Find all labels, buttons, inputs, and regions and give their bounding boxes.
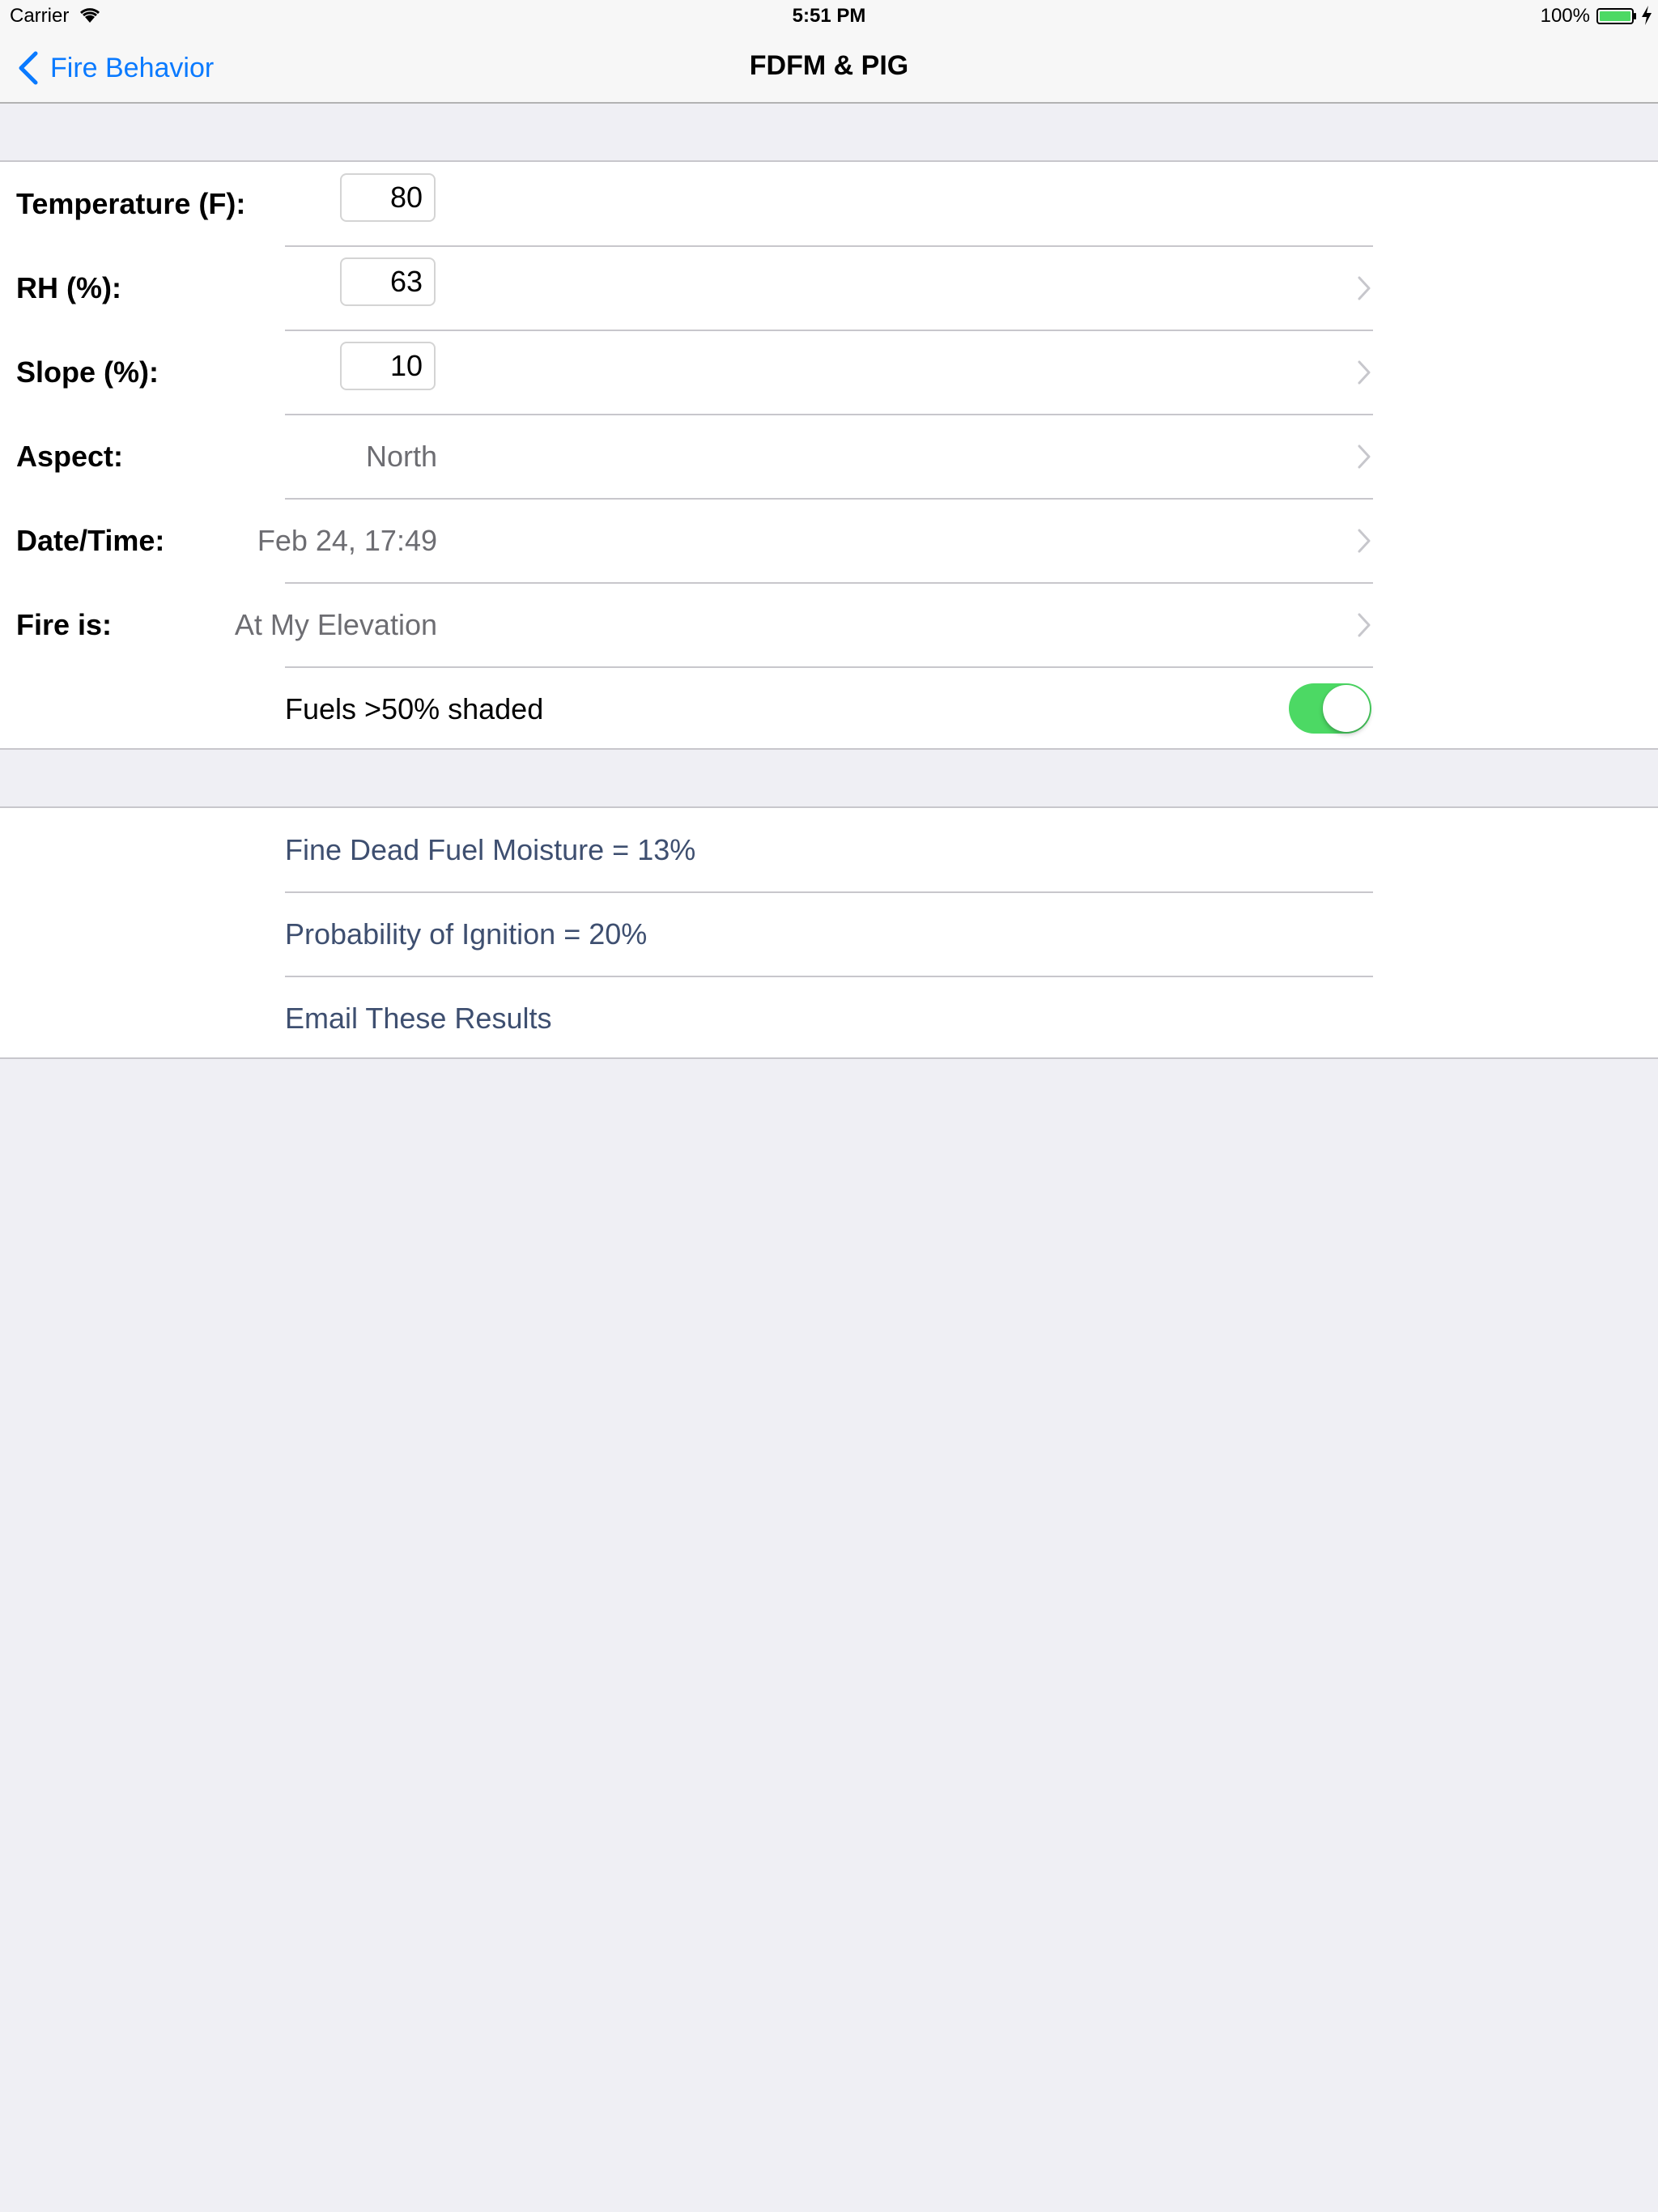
pig-result: Probability of Ignition = 20% (285, 917, 648, 951)
rh-label: RH (%): (16, 271, 121, 304)
input-section: Temperature (F): RH (%): Slope (%): Aspe… (0, 160, 1658, 750)
chevron-right-icon (1358, 445, 1371, 469)
battery-icon (1596, 8, 1636, 24)
slope-label: Slope (%): (16, 355, 159, 389)
fdfm-result-row: Fine Dead Fuel Moisture = 13% (0, 808, 1658, 893)
aspect-label: Aspect: (16, 440, 124, 473)
battery-percent: 100% (1540, 5, 1590, 27)
slope-input[interactable] (340, 342, 436, 390)
shaded-toggle[interactable] (1289, 683, 1371, 734)
email-results-row[interactable]: Email These Results (0, 976, 1658, 1061)
datetime-label: Date/Time: (16, 524, 165, 557)
toggle-knob (1323, 685, 1370, 732)
email-results-button[interactable]: Email These Results (285, 976, 551, 1061)
chevron-right-icon (1358, 360, 1371, 385)
navigation-bar: Fire Behavior FDFM & PIG (0, 32, 1658, 104)
fdfm-result: Fine Dead Fuel Moisture = 13% (285, 833, 696, 866)
page-title: FDFM & PIG (749, 50, 909, 81)
temperature-label: Temperature (F): (16, 187, 246, 220)
aspect-row[interactable]: Aspect: North (0, 415, 1658, 500)
shaded-label: Fuels >50% shaded (285, 692, 544, 725)
fire-is-value: At My Elevation (234, 608, 437, 641)
chevron-right-icon (1358, 613, 1371, 637)
fire-is-row[interactable]: Fire is: At My Elevation (0, 583, 1658, 668)
datetime-row[interactable]: Date/Time: Feb 24, 17:49 (0, 499, 1658, 584)
fire-is-label: Fire is: (16, 608, 113, 641)
pig-result-row: Probability of Ignition = 20% (0, 892, 1658, 977)
shaded-row: Fuels >50% shaded (0, 667, 1658, 751)
aspect-value: North (365, 440, 437, 473)
clock-label: 5:51 PM (792, 5, 866, 27)
temperature-input[interactable] (340, 173, 436, 222)
results-section: Fine Dead Fuel Moisture = 13% Probabilit… (0, 806, 1658, 1059)
datetime-value: Feb 24, 17:49 (257, 524, 437, 557)
chevron-right-icon (1358, 276, 1371, 300)
chevron-right-icon (1358, 529, 1371, 553)
status-bar: Carrier 5:51 PM 100% (0, 0, 1658, 32)
temperature-row: Temperature (F): (0, 162, 1658, 247)
slope-row[interactable]: Slope (%): (0, 330, 1658, 415)
rh-input[interactable] (340, 257, 436, 306)
rh-row[interactable]: RH (%): (0, 246, 1658, 331)
charging-bolt-icon (1642, 6, 1652, 25)
